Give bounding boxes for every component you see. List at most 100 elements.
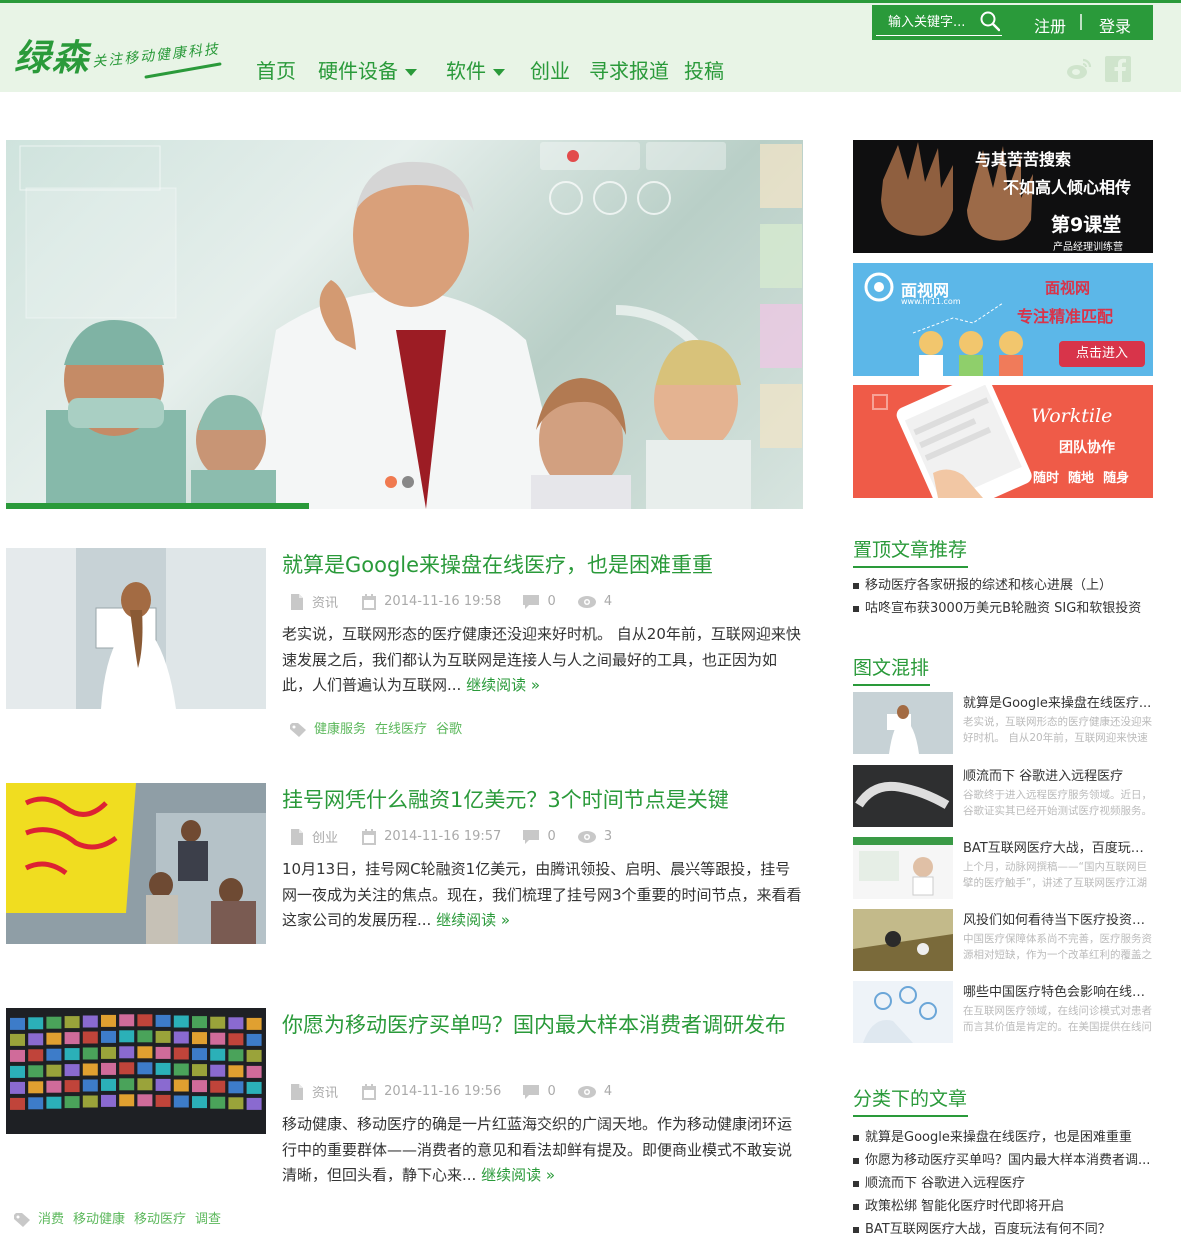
mix-item[interactable]: 风投们如何看待当下医疗投资机... 中国医疗保障体系尚不完善，医疗服务资源相对短… [853, 909, 1153, 971]
post-card: 挂号网凭什么融资1亿美元？3个时间节点是关键 创业 2014-11-16 19:… [6, 783, 803, 953]
site-header: 绿森 关注移动健康科技 首页 硬件设备 软件 创业 寻求报道 投稿 注册 登录 [0, 0, 1181, 92]
auth-divider [1080, 14, 1082, 30]
calendar-icon [362, 593, 377, 610]
post-date: 2014-11-16 19:56 [384, 1084, 502, 1099]
ad-banner-3[interactable]: Worktile 团队协作 随时 随地 随身 [853, 385, 1153, 498]
mix-title[interactable]: BAT互联网医疗大战，百度玩法... [963, 837, 1153, 856]
post-views: 4 [603, 594, 613, 609]
mix-title[interactable]: 哪些中国医疗特色会影响在线问... [963, 981, 1153, 1000]
document-icon [291, 593, 303, 610]
post-comments[interactable]: 0 [547, 594, 555, 609]
ad-1-line-1: 与其苦苦搜索 [975, 150, 1072, 169]
mix-title[interactable]: 风投们如何看待当下医疗投资机... [963, 909, 1153, 928]
comment-icon [523, 594, 540, 609]
read-more-link[interactable]: 继续阅读 » [466, 676, 540, 694]
post-title[interactable]: 就算是Google来操盘在线医疗，也是困难重重 [282, 550, 802, 580]
post-meta: 资讯 2014-11-16 19:58 0 4 [290, 592, 612, 611]
slider-dot-2[interactable] [402, 476, 414, 488]
post-thumbnail[interactable] [6, 1008, 266, 1134]
nav-startup[interactable]: 创业 [530, 55, 570, 84]
post-title[interactable]: 挂号网凭什么融资1亿美元？3个时间节点是关键 [282, 785, 802, 815]
category-item[interactable]: 就算是Google来操盘在线医疗，也是困难重重 [853, 1126, 1153, 1149]
ad-3-line-1: Worktile [1031, 405, 1113, 427]
mix-thumb [853, 909, 953, 971]
slider-dot-1[interactable] [385, 476, 397, 488]
category-item[interactable]: 政策松绑 智能化医疗时代即将开启 [853, 1195, 1153, 1218]
category-item[interactable]: BAT互联网医疗大战，百度玩法有何不同？ [853, 1218, 1153, 1241]
mix-item[interactable]: 哪些中国医疗特色会影响在线问... 在互联网医疗领域，在线问诊模式对患者而言其价… [853, 981, 1153, 1043]
mix-item[interactable]: 就算是Google来操盘在线医疗... 老实说，互联网形态的医疗健康还没迎来好时… [853, 692, 1153, 754]
site-logo[interactable]: 绿森 关注移动健康科技 [14, 29, 229, 89]
nav-software[interactable]: 软件 [446, 55, 505, 84]
hero-slide-image [19, 142, 802, 509]
mix-item[interactable]: 顺流而下 谷歌进入远程医疗 谷歌终于进入远程医疗服务领域。近日，谷歌证实其已经开… [853, 765, 1153, 827]
post-category[interactable]: 资讯 [312, 1082, 338, 1101]
hero-slider[interactable] [6, 140, 803, 509]
post-tag[interactable]: 健康服务 [314, 722, 366, 737]
mix-thumb-image [853, 909, 953, 971]
facebook-icon[interactable] [1105, 56, 1131, 82]
document-icon [291, 1083, 303, 1100]
post-thumbnail[interactable] [6, 548, 266, 709]
category-item[interactable]: 顺流而下 谷歌进入远程医疗 [853, 1172, 1153, 1195]
widget-title-pinned: 置顶文章推荐 [853, 535, 968, 568]
tag-icon [14, 1212, 30, 1227]
post-date: 2014-11-16 19:57 [384, 829, 502, 844]
post-tag[interactable]: 移动健康 [73, 1212, 125, 1227]
post-tag[interactable]: 在线医疗 [375, 722, 427, 737]
ad-banner-2[interactable]: 面视网 www.hr11.com 面视网 专注精准匹配 点击进入 [853, 263, 1153, 376]
post-category[interactable]: 创业 [312, 827, 338, 846]
post-comments[interactable]: 0 [547, 1084, 555, 1099]
mix-excerpt: 中国医疗保障体系尚不完善，医疗服务资源相对短缺，作为一个改革红利的覆盖之 [963, 933, 1152, 961]
post-meta: 创业 2014-11-16 19:57 0 3 [290, 827, 612, 846]
widget-title-category: 分类下的文章 [853, 1084, 968, 1117]
eye-icon [577, 1085, 596, 1098]
register-link[interactable]: 注册 [1034, 13, 1066, 37]
mix-excerpt: 上个月，动脉网撰稿——“国内互联网巨擘的医疗触手”，讲述了互联网医疗江湖 [963, 861, 1147, 889]
post-tag[interactable]: 移动医疗 [134, 1212, 186, 1227]
nav-software-label: 软件 [446, 59, 486, 83]
post-tag[interactable]: 调查 [195, 1212, 221, 1227]
mix-excerpt: 老实说，互联网形态的医疗健康还没迎来好时机。 自从20年前，互联网迎来快速发 [963, 716, 1152, 744]
category-list: 就算是Google来操盘在线医疗，也是困难重重 你愿为移动医疗买单吗？国内最大样… [853, 1126, 1153, 1241]
widget-title-underline [853, 684, 930, 686]
post-card: 就算是Google来操盘在线医疗，也是困难重重 资讯 2014-11-16 19… [6, 548, 803, 748]
post-excerpt: 移动健康、移动医疗的确是一片红蓝海交织的广阔天地。作为移动健康闭环运行中的重要群… [282, 1112, 802, 1189]
category-item[interactable]: 你愿为移动医疗买单吗？国内最大样本消费者调... [853, 1149, 1153, 1172]
mix-title[interactable]: 就算是Google来操盘在线医疗... [963, 692, 1153, 711]
post-thumbnail-image [6, 548, 266, 709]
mix-title[interactable]: 顺流而下 谷歌进入远程医疗 [963, 765, 1153, 784]
read-more-link[interactable]: 继续阅读 » [481, 1166, 555, 1184]
nav-hardware[interactable]: 硬件设备 [318, 55, 417, 84]
login-link[interactable]: 登录 [1099, 13, 1131, 37]
mix-item[interactable]: BAT互联网医疗大战，百度玩法... 上个月，动脉网撰稿——“国内互联网巨擘的医… [853, 837, 1153, 899]
pinned-item[interactable]: 移动医疗各家研报的综述和核心进展（上） [853, 574, 1153, 597]
mix-thumb-image [853, 692, 953, 754]
post-title[interactable]: 你愿为移动医疗买单吗？国内最大样本消费者调研发布 [282, 1010, 802, 1040]
post-thumbnail-image [6, 783, 266, 944]
read-more-link[interactable]: 继续阅读 » [436, 911, 510, 929]
weibo-icon[interactable] [1066, 56, 1092, 82]
ad-3-line-2: 团队协作 [1059, 440, 1115, 456]
post-tags: 消费 移动健康 移动医疗 调查 [14, 1208, 230, 1227]
mix-thumb-image [853, 981, 953, 1043]
eye-icon [577, 830, 596, 843]
nav-hardware-label: 硬件设备 [318, 59, 398, 83]
pinned-item[interactable]: 咕咚宣布获3000万美元B轮融资 SIG和软银投资 [853, 597, 1153, 620]
post-excerpt: 10月13日，挂号网C轮融资1亿美元，由腾讯领投、启明、晨兴等跟投，挂号网一夜成… [282, 857, 802, 934]
nav-submit[interactable]: 投稿 [684, 55, 724, 84]
post-tag[interactable]: 谷歌 [436, 722, 462, 737]
search-icon[interactable] [980, 11, 1000, 33]
post-category[interactable]: 资讯 [312, 592, 338, 611]
tag-icon [290, 722, 306, 737]
ad-banner-1[interactable]: 与其苦苦搜索 不如高人倾心相传 第9课堂 产品经理训练营 [853, 140, 1153, 253]
calendar-icon [362, 828, 377, 845]
nav-seek-coverage[interactable]: 寻求报道 [589, 55, 669, 84]
post-excerpt-text: 老实说，互联网形态的医疗健康还没迎来好时机。 自从20年前，互联网迎来快速发展之… [282, 625, 801, 694]
post-thumbnail[interactable] [6, 783, 266, 944]
mix-thumb [853, 692, 953, 754]
nav-home[interactable]: 首页 [256, 55, 296, 84]
post-comments[interactable]: 0 [547, 829, 555, 844]
widget-title-underline [853, 1115, 968, 1117]
post-tag[interactable]: 消费 [38, 1212, 64, 1227]
